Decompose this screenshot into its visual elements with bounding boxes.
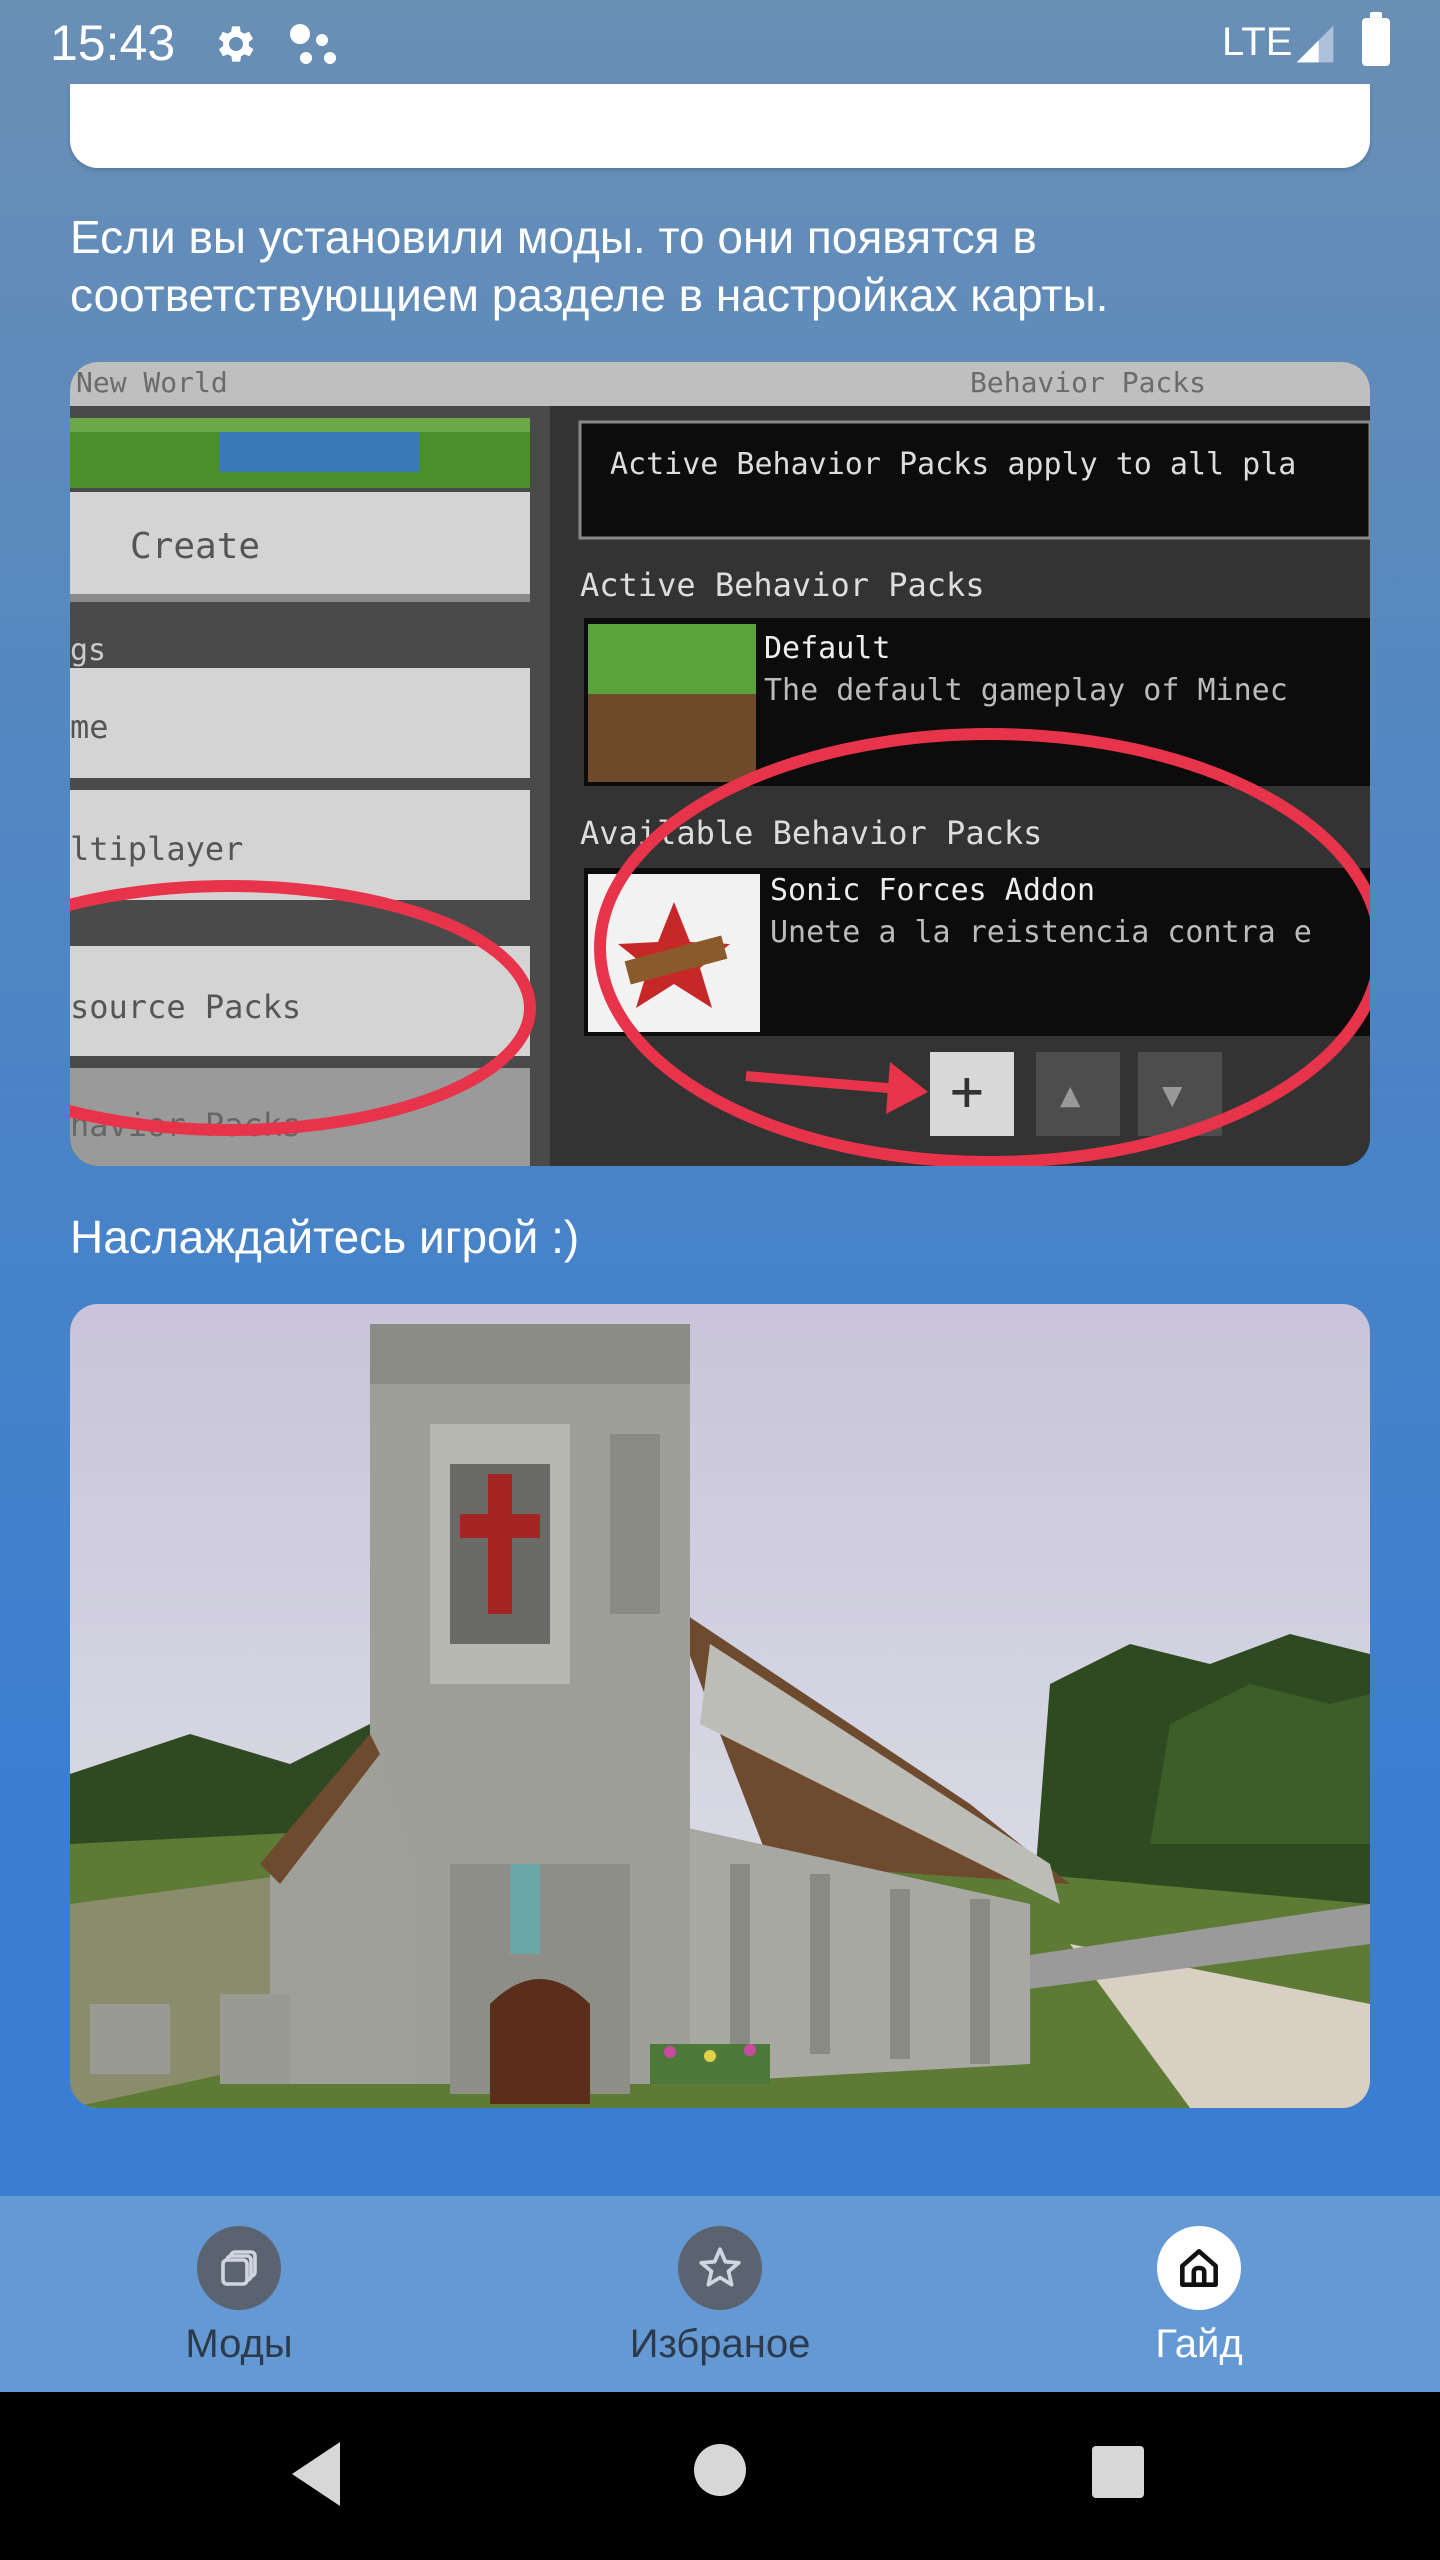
ss-new-world: New World — [76, 366, 228, 399]
ss-game: me — [70, 708, 109, 746]
nav-label-favorites: Избраное — [629, 2322, 811, 2366]
layers-icon — [221, 2250, 257, 2286]
ss-gs: gs — [70, 633, 106, 668]
nav-label-mods: Моды — [185, 2322, 293, 2366]
recents-icon[interactable] — [1092, 2446, 1144, 2498]
gear-icon — [218, 26, 254, 62]
church-screenshot — [70, 1304, 1370, 2108]
ss-behavior-header: Behavior Packs — [970, 366, 1206, 399]
ss-sonic-title: Sonic Forces Addon — [770, 873, 1095, 908]
nav-item-favorites[interactable]: Избраное — [540, 2196, 900, 2392]
ss-default-title: Default — [764, 631, 890, 666]
top-card — [70, 84, 1370, 168]
home-icon — [1180, 2249, 1218, 2287]
nav-label-guide: Гайд — [1155, 2322, 1243, 2366]
nav-icon-bg — [197, 2226, 281, 2310]
guide-paragraph-enjoy: Наслаждайтесь игрой :) — [70, 1211, 580, 1263]
status-time: 15:43 — [50, 15, 176, 71]
ss-up: ▲ — [1060, 1075, 1081, 1115]
nav-item-guide[interactable]: Гайд — [1019, 2196, 1379, 2392]
guide-paragraph-mods: Если вы установили моды. то они появятся… — [70, 211, 1109, 321]
nav-item-mods[interactable]: Моды — [59, 2196, 419, 2392]
status-bar: 15:43 LTE — [0, 0, 1440, 84]
ss-create: Create — [130, 526, 260, 567]
nav-icon-bg — [1157, 2226, 1241, 2310]
network-type: LTE — [1222, 20, 1293, 64]
signal-icon — [1296, 25, 1334, 63]
ss-default-desc: The default gameplay of Minec — [764, 673, 1288, 708]
back-icon[interactable] — [288, 2438, 348, 2510]
ss-resource-packs: source Packs — [70, 988, 301, 1026]
system-navigation-bar — [0, 2392, 1440, 2560]
ss-active-info: Active Behavior Packs apply to all pla — [610, 447, 1296, 482]
settings-screenshot: New World Behavior Packs Create gs me lt… — [70, 362, 1370, 1166]
ss-multiplayer: ltiplayer — [70, 830, 243, 868]
bottom-navigation: Моды Избраное Гайд — [0, 2196, 1440, 2392]
battery-icon — [1362, 12, 1390, 66]
ss-plus: + — [950, 1059, 984, 1124]
nav-icon-bg — [678, 2226, 762, 2310]
ss-active-packs: Active Behavior Packs — [580, 566, 985, 604]
star-icon — [699, 2247, 741, 2287]
ss-sonic-desc: Unete a la reistencia contra e — [770, 915, 1312, 950]
ss-down: ▼ — [1162, 1075, 1183, 1115]
assistant-dots-icon — [290, 24, 336, 64]
home-button-icon[interactable] — [694, 2444, 746, 2496]
